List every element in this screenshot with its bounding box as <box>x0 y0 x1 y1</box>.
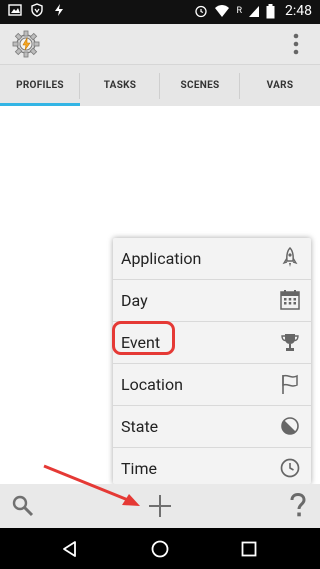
menu-item-label: Application <box>121 249 202 268</box>
flash-icon <box>55 4 63 16</box>
context-type-menu: Application Day Event Location State Tim… <box>113 238 311 484</box>
wifi-icon <box>215 5 230 17</box>
help-icon[interactable] <box>289 493 307 519</box>
flag-icon <box>282 374 298 394</box>
tab-profiles[interactable]: PROFILES <box>0 65 80 107</box>
calendar-icon <box>280 290 300 310</box>
clock-icon <box>280 458 300 478</box>
menu-item-time[interactable]: Time <box>113 448 311 489</box>
status-left-icons <box>8 3 66 17</box>
system-nav-bar <box>0 528 320 569</box>
menu-item-location[interactable]: Location <box>113 364 311 406</box>
signal-icon <box>249 6 259 17</box>
menu-item-day[interactable]: Day <box>113 280 311 322</box>
menu-item-state[interactable]: State <box>113 406 311 448</box>
search-icon[interactable] <box>11 494 35 518</box>
rocket-icon <box>282 247 298 267</box>
tab-vars[interactable]: VARS <box>240 65 320 107</box>
menu-item-label: Day <box>121 291 148 310</box>
menu-item-label: Time <box>121 459 157 478</box>
bottom-action-bar <box>0 484 320 528</box>
menu-item-label: Location <box>121 375 183 394</box>
shield-icon <box>31 3 43 17</box>
alarm-icon <box>195 5 208 18</box>
app-bar <box>0 24 320 64</box>
menu-item-label: State <box>121 417 159 436</box>
tab-bar: PROFILES TASKS SCENES VARS <box>0 64 320 107</box>
trophy-icon <box>281 334 299 351</box>
battery-icon <box>266 3 275 18</box>
recents-icon[interactable] <box>238 538 260 560</box>
back-icon[interactable] <box>59 538 81 560</box>
status-right-icons: R 2:48 <box>194 3 312 19</box>
status-bar: R 2:48 <box>0 0 320 24</box>
overflow-menu-icon[interactable] <box>292 33 300 55</box>
menu-item-application[interactable]: Application <box>113 238 311 280</box>
status-time: 2:48 <box>285 3 312 19</box>
tab-tasks[interactable]: TASKS <box>80 65 160 107</box>
image-icon <box>8 4 22 16</box>
contrast-icon <box>281 417 299 435</box>
network-label: R <box>236 6 242 16</box>
tasker-gear-icon[interactable] <box>12 30 40 58</box>
event-highlight-annotation <box>112 321 175 355</box>
home-icon[interactable] <box>149 538 171 560</box>
add-icon[interactable] <box>147 493 173 519</box>
tab-scenes[interactable]: SCENES <box>160 65 240 107</box>
